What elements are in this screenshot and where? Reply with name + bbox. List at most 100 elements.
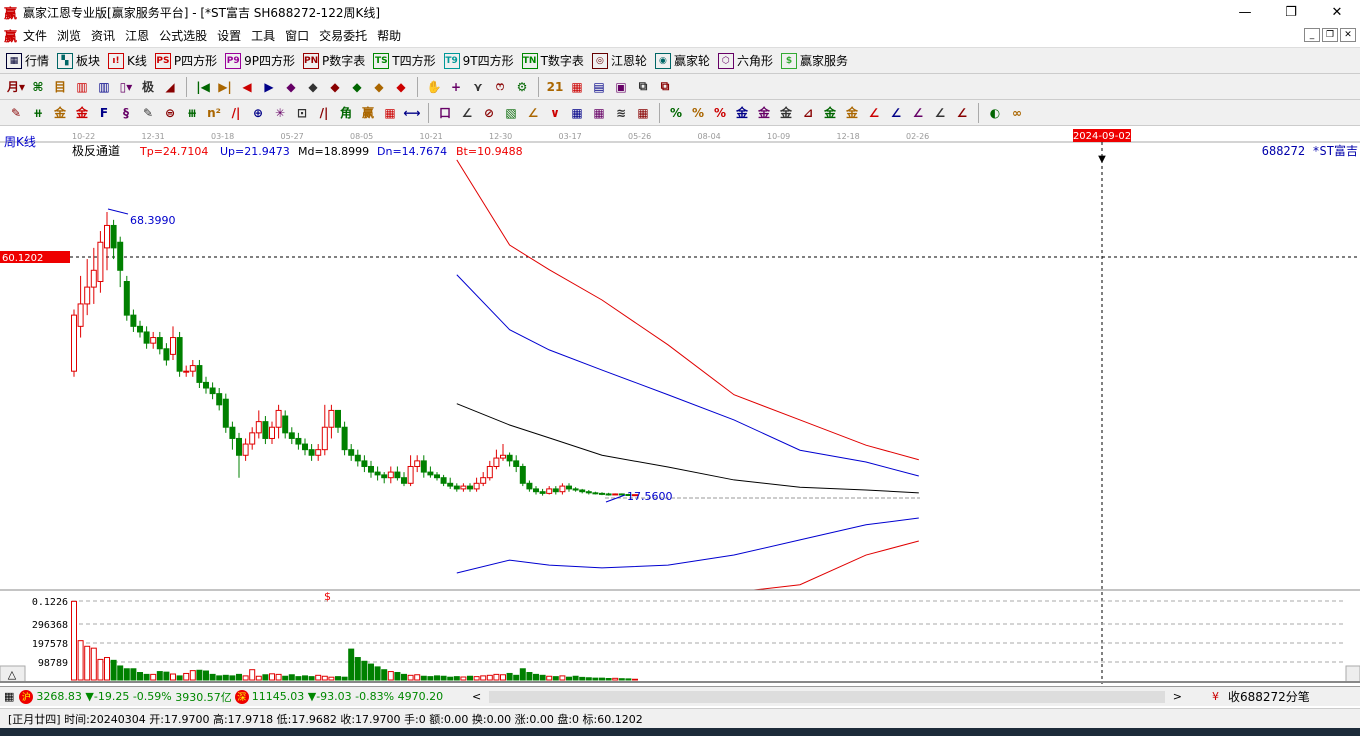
toolbar-button-0[interactable]: ▦ 行情 — [6, 52, 49, 69]
toolbar3-tool-37-icon[interactable]: 金 — [842, 103, 862, 123]
toolbar3-tool-36-icon[interactable]: 金 — [820, 103, 840, 123]
toolbar3-tool-32-icon[interactable]: 金 — [732, 103, 752, 123]
toolbar3-tool-1-icon[interactable]: ⧺ — [28, 103, 48, 123]
collapse-icon[interactable]: △ — [8, 668, 17, 681]
menu-item-2[interactable]: 资讯 — [91, 27, 115, 44]
menu-item-0[interactable]: 文件 — [23, 27, 47, 44]
toolbar3-tool-17-icon[interactable]: ▦ — [380, 103, 400, 123]
restore-button[interactable]: ❐ — [1268, 0, 1314, 24]
toolbar2-tool-16-icon[interactable]: ◆ — [369, 77, 389, 97]
toolbar3-tool-39-icon[interactable]: ∠ — [886, 103, 906, 123]
toolbar2-tool-6-icon[interactable]: 极 — [138, 77, 158, 97]
toolbar2-tool-1-icon[interactable]: ⌘ — [28, 77, 48, 97]
toolbar3-tool-29-icon[interactable]: % — [666, 103, 686, 123]
toolbar2-tool-18-icon[interactable]: ✋ — [424, 77, 444, 97]
toolbar3-tool-40-icon[interactable]: ∠ — [908, 103, 928, 123]
toolbar3-tool-30-icon[interactable]: % — [688, 103, 708, 123]
toolbar3-tool-24-icon[interactable]: ∨ — [545, 103, 565, 123]
toolbar3-tool-16-icon[interactable]: 赢 — [358, 103, 378, 123]
toolbar3-tool-12-icon[interactable]: ✳ — [270, 103, 290, 123]
toolbar2-tool-15-icon[interactable]: ◆ — [347, 77, 367, 97]
toolbar2-tool-9-icon[interactable]: ▶| — [215, 77, 235, 97]
toolbar2-tool-0-icon[interactable]: 月▾ — [6, 77, 26, 97]
toolbar3-tool-2-icon[interactable]: 金 — [50, 103, 70, 123]
toolbar3-tool-14-icon[interactable]: /| — [314, 103, 334, 123]
toolbar2-tool-14-icon[interactable]: ◆ — [325, 77, 345, 97]
toolbar3-tool-44-icon[interactable]: ∞ — [1007, 103, 1027, 123]
toolbar2-tool-28-icon[interactable]: ⧉ — [655, 77, 675, 97]
toolbar2-tool-12-icon[interactable]: ◆ — [281, 77, 301, 97]
mdi-restore-button[interactable]: ❐ — [1322, 28, 1338, 42]
toolbar3-tool-9-icon[interactable]: n² — [204, 103, 224, 123]
toolbar3-tool-18-icon[interactable]: ⟷ — [402, 103, 422, 123]
toolbar2-tool-10-icon[interactable]: ◀ — [237, 77, 257, 97]
toolbar2-tool-3-icon[interactable]: ▥ — [72, 77, 92, 97]
kline-chart[interactable]: 周K线 10-22 12-31 03-18 05-27 08-05 10-21 12-30 0… — [0, 128, 1360, 684]
toolbar3-tool-21-icon[interactable]: ⊘ — [479, 103, 499, 123]
toolbar-button-2[interactable]: ı! K线 — [108, 52, 147, 69]
calculator-icon[interactable]: ▦ — [4, 690, 14, 703]
toolbar3-tool-28-icon[interactable]: ▦ — [633, 103, 653, 123]
toolbar-button-3[interactable]: PS P四方形 — [154, 52, 217, 69]
toolbar2-tool-2-icon[interactable]: 目 — [50, 77, 70, 97]
scroll-left-button[interactable]: < — [472, 690, 481, 703]
toolbar3-tool-7-icon[interactable]: ⊜ — [160, 103, 180, 123]
toolbar3-tool-41-icon[interactable]: ∠ — [930, 103, 950, 123]
menu-item-4[interactable]: 公式选股 — [159, 27, 207, 44]
toolbar3-tool-0-icon[interactable]: ✎ — [6, 103, 26, 123]
toolbar3-tool-25-icon[interactable]: ▦ — [567, 103, 587, 123]
toolbar3-tool-15-icon[interactable]: 角 — [336, 103, 356, 123]
toolbar-button-6[interactable]: TS T四方形 — [373, 52, 436, 69]
menu-item-8[interactable]: 交易委托 — [319, 27, 367, 44]
minimize-button[interactable]: — — [1222, 0, 1268, 24]
menu-item-3[interactable]: 江恩 — [125, 27, 149, 44]
toolbar3-tool-8-icon[interactable]: ⧻ — [182, 103, 202, 123]
toolbar2-tool-5-icon[interactable]: ▯▾ — [116, 77, 136, 97]
toolbar-button-12[interactable]: $ 赢家服务 — [780, 52, 848, 69]
toolbar-button-7[interactable]: T9 9T四方形 — [443, 52, 514, 69]
toolbar2-tool-13-icon[interactable]: ◆ — [303, 77, 323, 97]
toolbar2-tool-20-icon[interactable]: ⋎ — [468, 77, 488, 97]
toolbar-button-1[interactable]: ▚ 板块 — [57, 52, 100, 69]
toolbar2-tool-21-icon[interactable]: ෆ — [490, 77, 510, 97]
menu-item-1[interactable]: 浏览 — [57, 27, 81, 44]
toolbar2-tool-24-icon[interactable]: ▦ — [567, 77, 587, 97]
toolbar2-tool-22-icon[interactable]: ⚙ — [512, 77, 532, 97]
toolbar3-tool-43-icon[interactable]: ◐ — [985, 103, 1005, 123]
toolbar2-tool-11-icon[interactable]: ▶ — [259, 77, 279, 97]
mdi-close-button[interactable]: ✕ — [1340, 28, 1356, 42]
menu-item-9[interactable]: 帮助 — [377, 27, 401, 44]
toolbar2-tool-8-icon[interactable]: |◀ — [193, 77, 213, 97]
toolbar2-tool-26-icon[interactable]: ▣ — [611, 77, 631, 97]
toolbar2-tool-19-icon[interactable]: + — [446, 77, 466, 97]
toolbar-button-8[interactable]: TN T数字表 — [521, 52, 584, 69]
toolbar3-tool-23-icon[interactable]: ∠ — [523, 103, 543, 123]
close-button[interactable]: ✕ — [1314, 0, 1360, 24]
toolbar2-tool-4-icon[interactable]: ▥ — [94, 77, 114, 97]
menu-item-5[interactable]: 设置 — [217, 27, 241, 44]
toolbar-button-4[interactable]: P9 9P四方形 — [225, 52, 295, 69]
toolbar3-tool-35-icon[interactable]: ⊿ — [798, 103, 818, 123]
toolbar2-tool-27-icon[interactable]: ⧉ — [633, 77, 653, 97]
toolbar3-tool-11-icon[interactable]: ⊕ — [248, 103, 268, 123]
menu-item-7[interactable]: 窗口 — [285, 27, 309, 44]
horizontal-scrollbar[interactable]: < > — [472, 689, 1182, 705]
toolbar3-tool-33-icon[interactable]: 金 — [754, 103, 774, 123]
toolbar3-tool-4-icon[interactable]: F — [94, 103, 114, 123]
toolbar3-tool-5-icon[interactable]: § — [116, 103, 136, 123]
toolbar-button-11[interactable]: ⬡ 六角形 — [717, 52, 773, 69]
toolbar3-tool-19-icon[interactable]: 口 — [435, 103, 455, 123]
menu-item-6[interactable]: 工具 — [251, 27, 275, 44]
toolbar2-tool-23-icon[interactable]: 21 — [545, 77, 565, 97]
toolbar3-tool-10-icon[interactable]: /| — [226, 103, 246, 123]
toolbar3-tool-31-icon[interactable]: % — [710, 103, 730, 123]
toolbar3-tool-20-icon[interactable]: ∠ — [457, 103, 477, 123]
mdi-minimize-button[interactable]: _ — [1304, 28, 1320, 42]
toolbar-button-9[interactable]: ◎ 江恩轮 — [591, 52, 647, 69]
scroll-right-button[interactable]: > — [1173, 690, 1182, 703]
toolbar3-tool-3-icon[interactable]: 金 — [72, 103, 92, 123]
toolbar2-tool-7-icon[interactable]: ◢ — [160, 77, 180, 97]
expand-button[interactable] — [1345, 665, 1360, 683]
toolbar3-tool-22-icon[interactable]: ▧ — [501, 103, 521, 123]
toolbar3-tool-26-icon[interactable]: ▦ — [589, 103, 609, 123]
